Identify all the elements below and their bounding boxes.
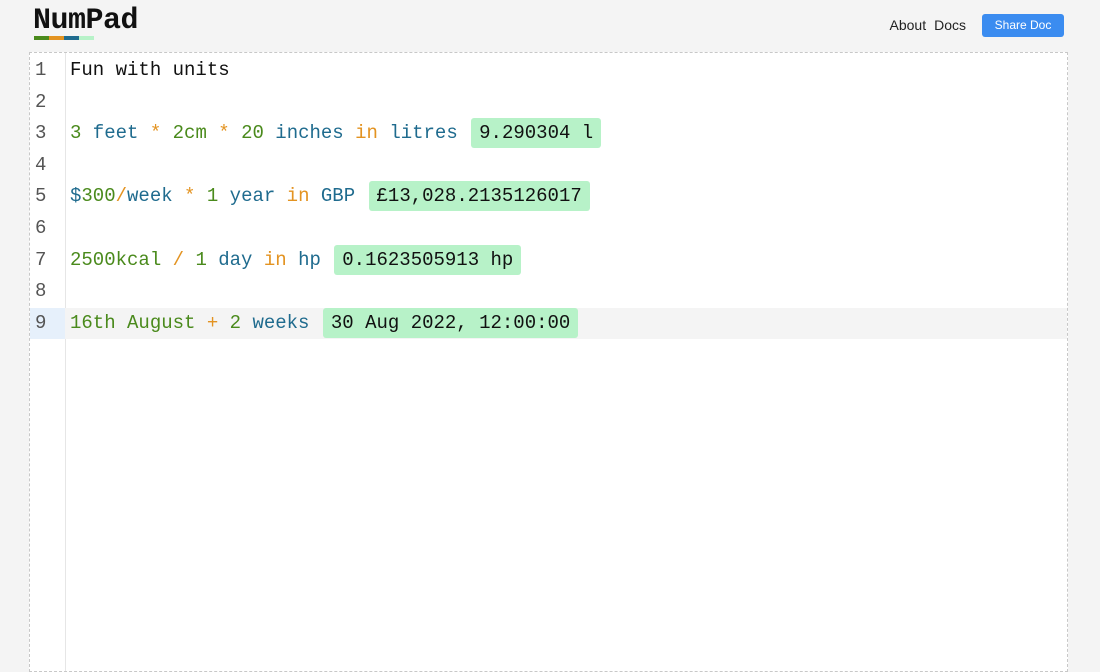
- editor-line-7[interactable]: 7 2500kcal / 1 day in hp 0.1623505913 hp: [30, 244, 1067, 277]
- result-badge: £13,028.2135126017: [368, 181, 590, 212]
- unit-token: hp: [298, 248, 321, 271]
- editor-line-9-active[interactable]: 9 16th August + 2 weeks 30 Aug 2022, 12:…: [30, 307, 1067, 340]
- operator-token: *: [138, 122, 173, 145]
- unit-token: week: [127, 185, 173, 208]
- unit-token: feet: [81, 122, 139, 145]
- line-number: 1: [35, 59, 47, 81]
- result-badge: 0.1623505913 hp: [334, 244, 522, 275]
- operator-token: /: [161, 248, 196, 271]
- operator-token: *: [206, 122, 242, 145]
- number-token: 20: [241, 122, 264, 145]
- operator-token: *: [172, 185, 207, 208]
- logo-bar-blue: [64, 36, 79, 40]
- keyword-token: in: [252, 248, 299, 271]
- line-code[interactable]: 2500kcal / 1 day in hp 0.1623505913 hp: [70, 244, 522, 277]
- unit-token: year: [218, 185, 276, 208]
- currency-token: $: [70, 185, 82, 208]
- line-number: 9: [30, 307, 65, 340]
- number-token: 300: [81, 185, 116, 208]
- number-token: 3: [70, 122, 82, 145]
- number-token: 2500: [70, 248, 116, 271]
- line-code[interactable]: Fun with units: [70, 55, 230, 87]
- editor-line-2[interactable]: 2: [30, 87, 1067, 119]
- line-code[interactable]: $300/week * 1 year in GBP £13,028.213512…: [70, 181, 590, 213]
- logo-color-bar: [34, 36, 94, 40]
- number-token: 1: [206, 185, 219, 208]
- top-nav: About Docs Share Doc: [890, 13, 1064, 37]
- logo-bar-mint: [79, 36, 94, 40]
- logo-bar-green: [34, 36, 49, 40]
- comment-text: Fun with units: [70, 59, 230, 81]
- app-logo[interactable]: NumPad: [33, 4, 139, 38]
- number-token: 1: [195, 248, 207, 271]
- line-number: 2: [35, 90, 47, 113]
- line-number: 7: [35, 248, 47, 271]
- operator-token: /: [115, 185, 128, 208]
- currency-token: GBP: [320, 185, 356, 208]
- unit-token: cm: [184, 122, 207, 145]
- line-number: 4: [35, 153, 47, 176]
- editor-line-3[interactable]: 3 3 feet * 2cm * 20 inches in litres 9.2…: [30, 118, 1067, 150]
- date-token: 16th August: [70, 311, 196, 334]
- line-number: 3: [35, 122, 47, 145]
- editor-lines[interactable]: 1 Fun with units 2 3 3 feet * 2cm * 20 i…: [30, 55, 1067, 340]
- editor-line-1[interactable]: 1 Fun with units: [30, 55, 1067, 87]
- editor[interactable]: 1 Fun with units 2 3 3 feet * 2cm * 20 i…: [29, 52, 1068, 672]
- unit-token: day: [206, 248, 253, 271]
- header: NumPad About Docs Share Doc: [0, 0, 1100, 50]
- editor-line-4[interactable]: 4: [30, 150, 1067, 182]
- editor-line-8[interactable]: 8: [30, 276, 1067, 308]
- share-doc-button[interactable]: Share Doc: [982, 13, 1064, 37]
- line-code[interactable]: 16th August + 2 weeks 30 Aug 2022, 12:00…: [70, 307, 579, 340]
- keyword-token: in: [275, 185, 321, 208]
- number-token: 2: [172, 122, 185, 145]
- line-number: 5: [35, 185, 47, 208]
- unit-token: litres: [389, 122, 458, 145]
- about-link[interactable]: About: [890, 13, 927, 37]
- operator-token: +: [195, 311, 230, 334]
- docs-link[interactable]: Docs: [934, 13, 966, 37]
- line-number: 6: [35, 216, 47, 239]
- editor-line-5[interactable]: 5 $300/week * 1 year in GBP £13,028.2135…: [30, 181, 1067, 213]
- unit-token: inches: [263, 122, 344, 145]
- logo-bar-orange: [49, 36, 64, 40]
- keyword-token: in: [343, 122, 390, 145]
- line-number: 8: [35, 280, 47, 303]
- unit-token: kcal: [115, 248, 162, 271]
- line-code[interactable]: 3 feet * 2cm * 20 inches in litres 9.290…: [70, 118, 602, 150]
- unit-token: weeks: [241, 311, 310, 334]
- editor-line-6[interactable]: 6: [30, 213, 1067, 245]
- result-badge: 9.290304 l: [471, 118, 602, 149]
- result-badge: 30 Aug 2022, 12:00:00: [322, 307, 579, 338]
- number-token: 2: [229, 311, 242, 334]
